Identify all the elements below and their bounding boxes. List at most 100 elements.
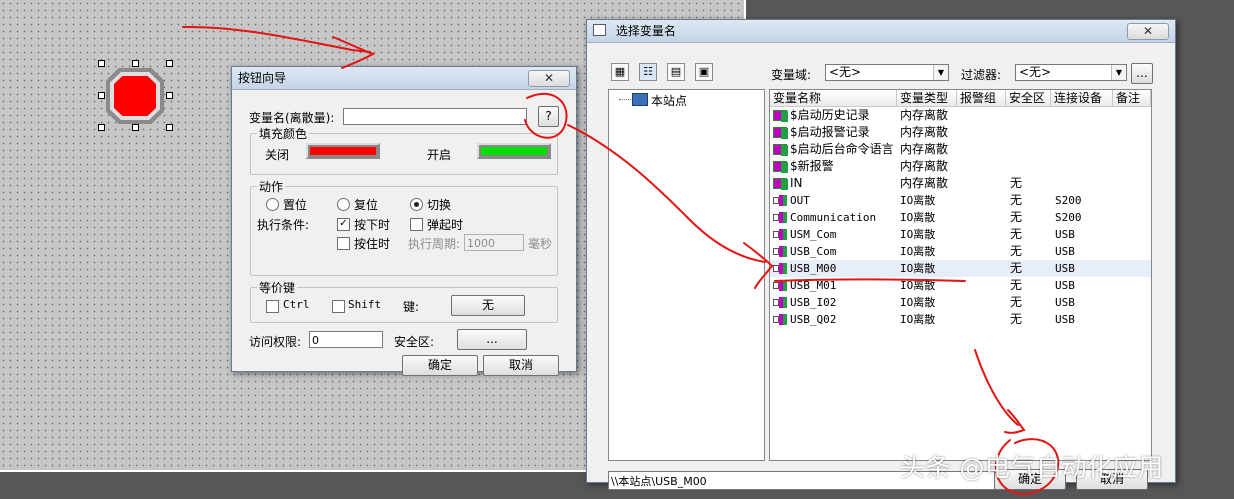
radio-set[interactable] (266, 198, 279, 211)
computer-icon (632, 93, 648, 106)
access-input[interactable]: 0 (309, 331, 383, 348)
table-row[interactable]: USB_M01 IO离散 无 USB (770, 277, 1151, 294)
off-color-swatch[interactable] (306, 143, 380, 159)
resize-handle[interactable] (166, 124, 173, 131)
cell-zone: 无 (1010, 312, 1023, 326)
cell-zone: 无 (1010, 227, 1023, 241)
column-header[interactable]: 变量类型 (897, 90, 957, 106)
cell-name: USB_Q02 (790, 313, 837, 326)
table-row[interactable]: IN 内存离散 无 (770, 175, 1151, 192)
radio-set-label: 置位 (283, 198, 308, 212)
view-list-icon[interactable]: ☷ (639, 63, 657, 81)
on-color-swatch[interactable] (477, 143, 551, 159)
cell-zone: 无 (1010, 210, 1023, 224)
var-name-input[interactable] (343, 108, 527, 125)
exec-condition-label: 执行条件: (257, 218, 310, 232)
column-header[interactable]: 报警组 (957, 90, 1006, 106)
selector-close-button[interactable]: ✕ (1127, 23, 1169, 40)
cell-zone: 无 (1010, 261, 1023, 275)
chk-release[interactable] (410, 218, 423, 231)
cell-type: IO离散 (900, 245, 936, 258)
resize-handle[interactable] (98, 60, 105, 67)
table-row[interactable]: OUT IO离散 无 S200 (770, 192, 1151, 209)
table-row[interactable]: $新报警 内存离散 (770, 158, 1151, 175)
table-row[interactable]: $启动后台命令语言 内存离散 (770, 141, 1151, 158)
ok-button[interactable]: 确定 (402, 355, 478, 376)
table-row[interactable]: USB_M00 IO离散 无 USB (770, 260, 1151, 277)
cell-device: USB (1055, 296, 1075, 309)
cell-device: USB (1055, 313, 1075, 326)
chk-press[interactable]: ✓ (337, 218, 350, 231)
column-header[interactable]: 备注 (1113, 90, 1151, 106)
period-input[interactable]: 1000 (464, 234, 524, 251)
table-row[interactable]: USM_Com IO离散 无 USB (770, 226, 1151, 243)
chk-hold-label: 按住时 (354, 237, 391, 251)
key-label: 键: (403, 300, 420, 314)
chk-release-label: 弹起时 (427, 218, 464, 232)
cell-device: USB (1055, 245, 1075, 258)
resize-handle[interactable] (166, 92, 173, 99)
properties-icon[interactable]: ▣ (695, 63, 713, 81)
resize-handle[interactable] (166, 60, 173, 67)
memory-variable-icon (773, 178, 788, 190)
help-button[interactable]: ? (538, 106, 559, 127)
red-button-graphic[interactable] (98, 60, 174, 132)
resize-handle[interactable] (98, 92, 105, 99)
tree-root-label[interactable]: 本站点 (651, 92, 687, 109)
app-icon (593, 24, 606, 36)
table-row[interactable]: Communication IO离散 无 S200 (770, 209, 1151, 226)
column-header[interactable]: 安全区 (1006, 90, 1051, 106)
cell-device: USB (1055, 279, 1075, 292)
cell-zone: 无 (1010, 193, 1023, 207)
radio-reset[interactable] (337, 198, 350, 211)
cell-device: USB (1055, 262, 1075, 275)
io-variable-icon (773, 314, 787, 325)
table-row[interactable]: $启动历史记录 内存离散 (770, 107, 1151, 124)
io-variable-icon (773, 246, 787, 257)
dialog-title: 按钮向导 (238, 71, 287, 85)
io-variable-icon (773, 297, 787, 308)
access-label: 访问权限: (249, 335, 302, 349)
cell-zone: 无 (1010, 278, 1023, 292)
dialog-titlebar: 按钮向导 ✕ (232, 67, 576, 90)
selector-titlebar: 选择变量名 ✕ (587, 20, 1175, 43)
key-button[interactable]: 无 (451, 295, 525, 316)
column-header[interactable]: 变量名称 (770, 90, 897, 106)
variable-list[interactable]: 变量名称 变量类型 报警组 安全区 连接设备 备注 $启动历史记录 内存离散 $启动… (769, 89, 1152, 461)
table-row[interactable]: USB_Com IO离散 无 USB (770, 243, 1151, 260)
cell-name: $新报警 (790, 159, 834, 173)
radio-toggle-label: 切换 (427, 198, 452, 212)
table-row[interactable]: $启动报警记录 内存离散 (770, 124, 1151, 141)
cell-type: IO离散 (900, 211, 936, 224)
domain-select[interactable]: <无> ▼ (825, 64, 949, 81)
cell-name: $启动报警记录 (790, 125, 870, 139)
chk-hold[interactable] (337, 237, 350, 250)
chk-shift[interactable] (332, 300, 345, 313)
cell-type: 内存离散 (900, 159, 949, 173)
close-button[interactable]: ✕ (528, 70, 570, 87)
filter-label: 过滤器: (961, 68, 1002, 82)
view-large-icon[interactable]: ▦ (611, 63, 629, 81)
filter-select[interactable]: <无> ▼ (1015, 64, 1127, 81)
radio-toggle[interactable] (410, 198, 423, 211)
filter-select-value: <无> (1019, 65, 1052, 79)
resize-handle[interactable] (132, 124, 139, 131)
filter-button[interactable]: ... (1131, 63, 1153, 84)
memory-variable-icon (773, 110, 788, 122)
table-row[interactable]: USB_Q02 IO离散 无 USB (770, 311, 1151, 328)
view-detail-icon[interactable]: ▤ (667, 63, 685, 81)
chk-ctrl[interactable] (266, 300, 279, 313)
cell-name: $启动历史记录 (790, 108, 870, 122)
cell-name: USB_M00 (790, 262, 837, 275)
table-row[interactable]: USB_I02 IO离散 无 USB (770, 294, 1151, 311)
resize-handle[interactable] (98, 124, 105, 131)
variable-selector-dialog: 选择变量名 ✕ ▦ ☷ ▤ ▣ 变量域: <无> ▼ 过滤器: <无> ▼ ..… (586, 19, 1176, 490)
zone-button[interactable]: ... (457, 329, 527, 350)
resize-handle[interactable] (132, 60, 139, 67)
action-group: 动作 置位 复位 切换 执行条件: ✓ 按下时 弹起时 按住时 执行周期: 10… (250, 178, 558, 276)
column-header[interactable]: 连接设备 (1051, 90, 1113, 106)
cell-type: IO离散 (900, 296, 936, 309)
cancel-button[interactable]: 取消 (483, 355, 559, 376)
station-tree[interactable]: 本站点 (608, 89, 765, 461)
var-name-label: 变量名(离散量): (249, 111, 335, 125)
